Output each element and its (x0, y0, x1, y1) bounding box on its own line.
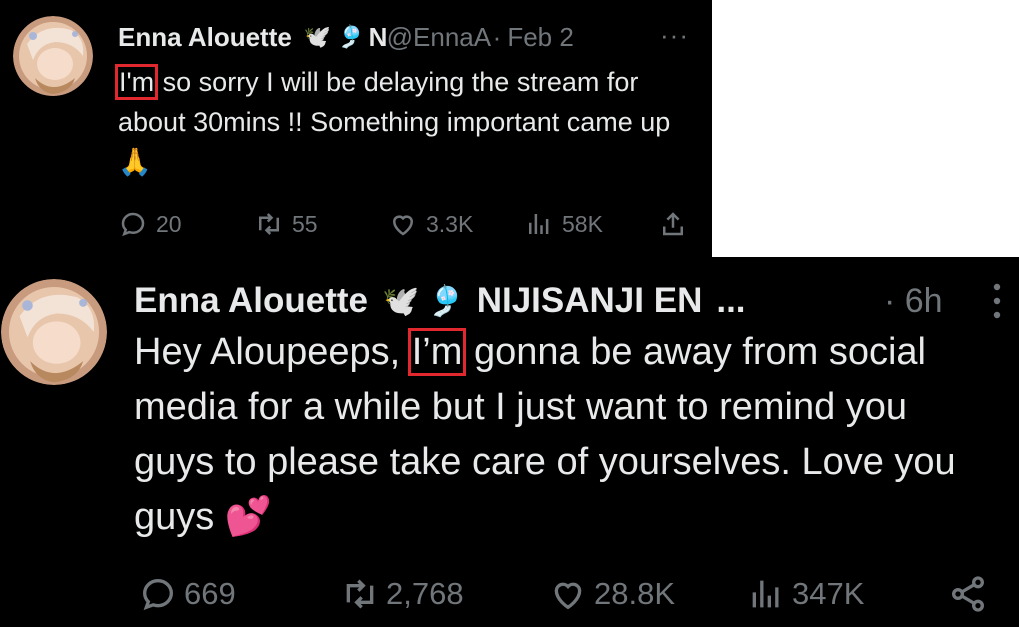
avatar[interactable] (1, 279, 107, 385)
repost-button[interactable]: 2,768 (340, 574, 464, 614)
wind-chime-emoji: 🎐 (427, 284, 465, 318)
more-icon[interactable]: ··· (660, 20, 689, 51)
like-icon (554, 582, 582, 610)
avatar[interactable] (13, 16, 93, 96)
author-name[interactable]: Enna Alouette (134, 281, 368, 321)
tweet-large: Enna Alouette 🕊️ 🎐 NIJISANJI EN ... · 6h… (0, 257, 1019, 627)
author-name[interactable]: Enna Alouette (118, 22, 292, 53)
views-button[interactable]: 347K (746, 574, 864, 614)
tweet-header: Enna Alouette 🕊️ 🎐 NIJISANJI EN ... (134, 279, 746, 323)
name-ellipsis: ... (716, 281, 746, 320)
separator: · (492, 21, 502, 52)
org-name: NIJISANJI EN (476, 281, 703, 320)
like-count: 3.3K (426, 210, 474, 237)
tweet-text-start: Hey Aloupeeps, (134, 331, 411, 373)
reply-button[interactable]: 20 (118, 209, 182, 239)
more-icon[interactable] (990, 281, 1004, 321)
two-hearts-emoji: 💕 (224, 496, 273, 538)
action-bar: 20 55 3.3K 58K (118, 205, 698, 245)
tweet-date[interactable]: Feb 2 (507, 22, 574, 53)
share-button[interactable] (948, 574, 994, 614)
action-bar: 669 2,768 28.8K 347K (134, 572, 1004, 616)
like-button[interactable]: 28.8K (548, 574, 675, 614)
tweet-time[interactable]: · 6h (884, 279, 943, 323)
views-icon (752, 580, 779, 608)
highlighted-word: I’m (407, 328, 467, 376)
tweet-small: Enna Alouette 🕊️ 🎐 N @EnnaA · Feb 2 ··· … (0, 0, 712, 257)
org-truncated: N (368, 21, 387, 52)
repost-count: 55 (292, 210, 318, 237)
repost-count: 2,768 (386, 576, 464, 611)
reply-icon (121, 212, 145, 237)
dove-emoji: 🕊️ (382, 284, 420, 318)
like-button[interactable]: 3.3K (388, 209, 473, 239)
repost-button[interactable]: 55 (254, 209, 318, 239)
share-icon (952, 576, 984, 612)
share-icon (663, 212, 683, 236)
reply-count: 20 (156, 210, 182, 237)
blank-white-area (712, 0, 1019, 257)
view-count: 58K (562, 210, 603, 237)
repost-icon (259, 213, 279, 235)
highlighted-word: I'm (114, 64, 159, 100)
share-button[interactable] (658, 209, 696, 239)
tweet-text: I'm so sorry I will be delaying the stre… (114, 62, 698, 182)
tweet-text-rest: so sorry I will be delaying the stream f… (118, 67, 671, 137)
like-icon (392, 215, 414, 236)
tweet-header: Enna Alouette 🕊️ 🎐 N @EnnaA · Feb 2 (118, 20, 574, 54)
wind-chime-emoji: 🎐 (337, 24, 365, 49)
like-count: 28.8K (594, 576, 676, 611)
reply-button[interactable]: 669 (138, 574, 236, 614)
reply-count: 669 (184, 576, 236, 611)
author-handle[interactable]: @EnnaA (387, 22, 491, 53)
views-icon (529, 214, 549, 234)
folded-hands-emoji: 🙏 (118, 147, 152, 177)
views-button[interactable]: 58K (524, 209, 603, 239)
dove-emoji: 🕊️ (303, 24, 332, 49)
repost-icon (346, 579, 374, 609)
reply-icon (142, 578, 174, 611)
view-count: 347K (792, 576, 865, 611)
tweet-text: Hey Aloupeeps, I’m gonna be away from so… (134, 325, 994, 545)
